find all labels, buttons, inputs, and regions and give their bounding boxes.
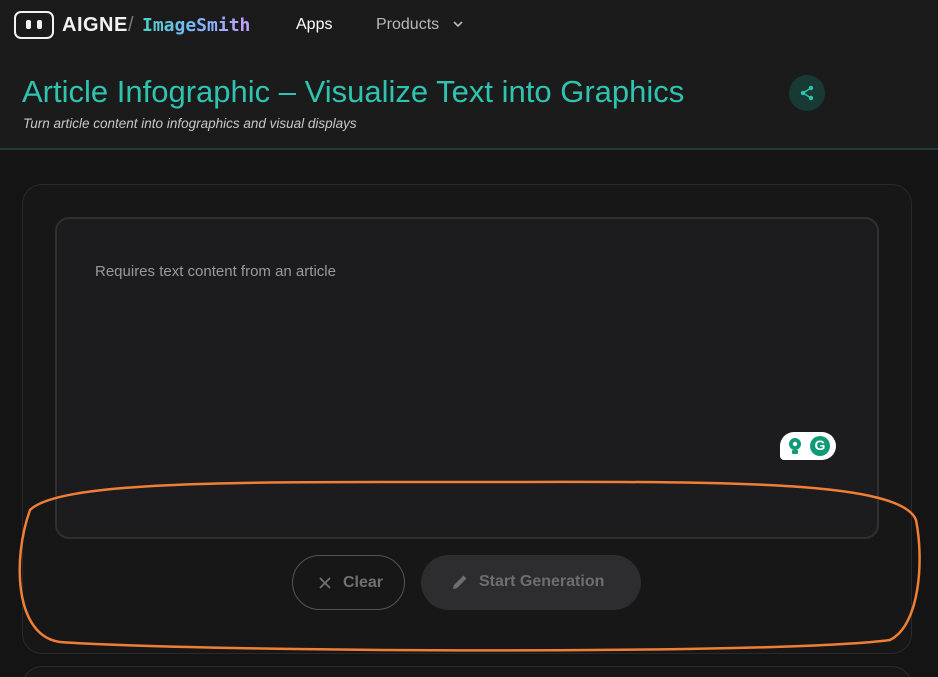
grammarly-widget[interactable]: G	[780, 432, 836, 460]
brand-separator: /	[128, 14, 134, 36]
article-text-input[interactable]	[55, 217, 879, 539]
clear-button-label: Clear	[343, 574, 384, 591]
page-subtitle: Turn article content into infographics a…	[23, 116, 357, 131]
start-generation-button[interactable]: Start Generation	[421, 555, 641, 610]
logo-eye-right	[37, 20, 42, 29]
top-navigation: AIGNE / ImageSmith Apps Products	[0, 0, 938, 56]
share-button[interactable]	[789, 75, 825, 111]
share-icon	[800, 85, 814, 101]
brand-name[interactable]: AIGNE	[62, 14, 128, 37]
page-header: Article Infographic – Visualize Text int…	[0, 56, 938, 150]
nav-item-products[interactable]: Products	[376, 16, 439, 34]
grammarly-icon: G	[810, 436, 830, 456]
clear-button[interactable]: Clear	[292, 555, 405, 610]
start-generation-label: Start Generation	[479, 573, 605, 590]
pencil-icon	[453, 575, 467, 589]
close-icon	[319, 577, 331, 589]
chevron-down-icon[interactable]	[452, 18, 464, 30]
nav-item-apps[interactable]: Apps	[296, 16, 332, 34]
results-card	[22, 666, 912, 677]
robot-logo-icon[interactable]	[14, 11, 54, 39]
page-title: Article Infographic – Visualize Text int…	[22, 74, 685, 109]
lightbulb-icon	[789, 438, 801, 454]
app-name[interactable]: ImageSmith	[142, 15, 250, 36]
logo-eye-left	[26, 20, 31, 29]
